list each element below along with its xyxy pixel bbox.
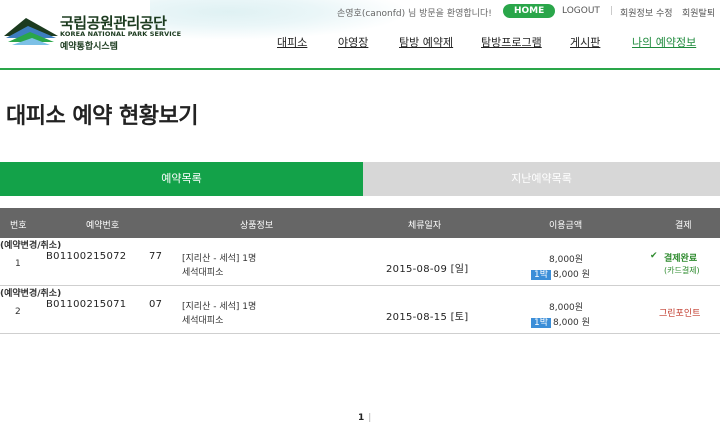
pagination: 1 |: [358, 413, 371, 423]
nav-item-campground[interactable]: 야영장: [338, 34, 368, 50]
table-row: 1 B01100215072 77 (예약변경/취소) [지리산 - 세석] 1…: [0, 238, 720, 286]
row-number: 2: [15, 307, 21, 317]
nights-total: 8,000 원: [553, 270, 590, 280]
product-info: [지리산 - 세석] 1명: [182, 302, 257, 312]
nav-item-my-reservation[interactable]: 나의 예약정보: [632, 34, 696, 50]
column-header-reservation-no: 예약번호: [86, 221, 120, 231]
main-nav: 대피소 야영장 탐방 예약제 탐방프로그램 게시판 나의 예약정보: [0, 34, 720, 54]
reservation-table: 번호 예약번호 상품정보 체류일자 이용금액 결제 1 B01100215072…: [0, 208, 720, 334]
reservation-tabs: 예약목록 지난예약목록: [0, 162, 720, 196]
nights-amount: 1박 8,000 원: [531, 315, 590, 328]
shelter-name: 세석대피소: [182, 316, 224, 326]
column-header-amount: 이용금액: [549, 221, 583, 231]
row-number: 1: [15, 259, 21, 269]
edit-member-info-link[interactable]: 회원정보 수정: [620, 6, 673, 19]
reservation-code: 77: [149, 251, 163, 262]
home-button[interactable]: HOME: [503, 4, 556, 18]
nights-amount: 1박 8,000 원: [531, 267, 590, 280]
welcome-message: 손영호(canonfd) 님 방문을 환영합니다!: [337, 9, 492, 19]
utility-divider: |: [610, 6, 614, 16]
nights-badge: 1박: [531, 270, 552, 280]
nights-badge: 1박: [531, 318, 552, 328]
product-info: [지리산 - 세석] 1명: [182, 254, 257, 264]
payment-status: 결제완료: [664, 254, 698, 264]
site-header: 국립공원관리공단 KOREA NATIONAL PARK SERVICE 예약통…: [0, 0, 720, 70]
nav-item-trail-program[interactable]: 탐방프로그램: [481, 34, 542, 50]
reservation-code: 07: [149, 299, 163, 310]
change-cancel-link[interactable]: (예약변경/취소): [0, 289, 61, 299]
payment-status: 그린포인트: [659, 309, 701, 319]
column-header-payment: 결제: [675, 221, 692, 231]
nav-item-board[interactable]: 게시판: [570, 34, 600, 50]
table-header: 번호 예약번호 상품정보 체류일자 이용금액 결제: [0, 208, 720, 238]
nav-item-shelter[interactable]: 대피소: [277, 34, 307, 50]
column-header-stay-date: 체류일자: [408, 221, 442, 231]
nav-item-trail-reservation[interactable]: 탐방 예약제: [399, 34, 453, 50]
payment-method: (카드결제): [664, 266, 700, 275]
table-row: 2 B01100215071 07 (예약변경/취소) [지리산 - 세석] 1…: [0, 286, 720, 334]
logout-link[interactable]: LOGOUT: [562, 6, 600, 16]
page-current[interactable]: 1: [358, 413, 364, 423]
stay-date: 2015-08-09 [일]: [386, 264, 469, 275]
withdraw-link[interactable]: 회원탈퇴: [682, 6, 715, 19]
page-title: 대피소 예약 현황보기: [6, 104, 198, 129]
reservation-number: B01100215071: [46, 299, 127, 310]
price: 8,000원: [549, 303, 584, 313]
column-header-product: 상품정보: [240, 221, 274, 231]
change-cancel-link[interactable]: (예약변경/취소): [0, 241, 61, 251]
reservation-number: B01100215072: [46, 251, 127, 262]
tab-past-reservation-list[interactable]: 지난예약목록: [363, 162, 720, 196]
stay-date: 2015-08-15 [토]: [386, 312, 469, 323]
tab-reservation-list[interactable]: 예약목록: [0, 162, 363, 196]
pagination-divider: |: [368, 413, 372, 423]
column-header-no: 번호: [10, 221, 27, 231]
nights-total: 8,000 원: [553, 318, 590, 328]
price: 8,000원: [549, 255, 584, 265]
check-icon: ✔: [650, 251, 658, 261]
shelter-name: 세석대피소: [182, 268, 224, 278]
